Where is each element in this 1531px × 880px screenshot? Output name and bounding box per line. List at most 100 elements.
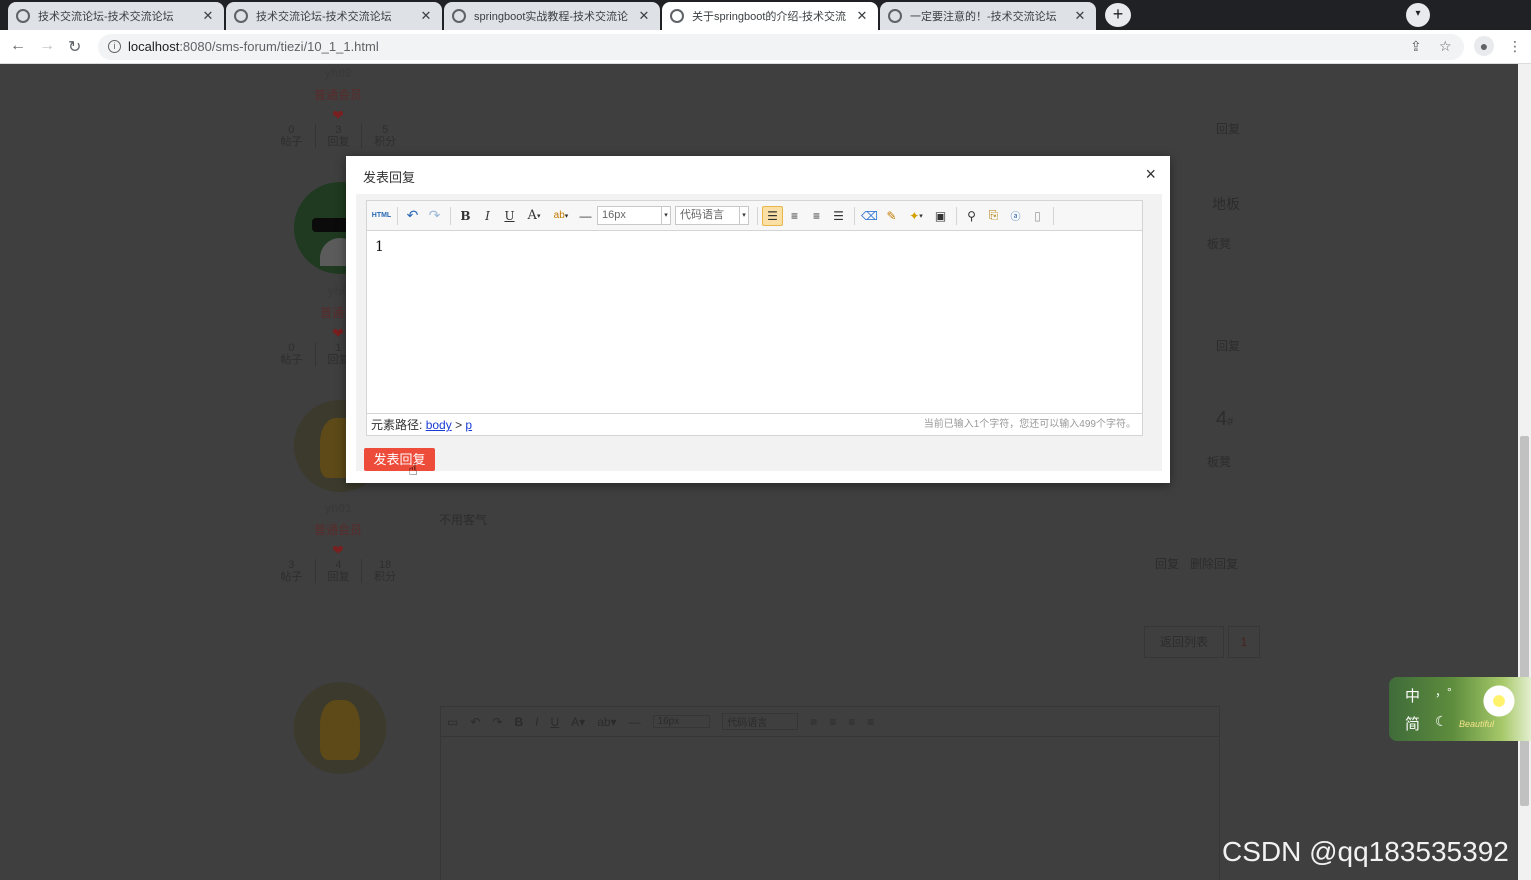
highlight-icon: ab▾ bbox=[597, 714, 617, 729]
user-level: 普通会员 bbox=[313, 523, 362, 537]
font-size-select[interactable]: 16px ▾ bbox=[597, 206, 671, 225]
tab-search-icon[interactable]: ▾ bbox=[1406, 3, 1430, 27]
format-brush-icon[interactable]: ✎ bbox=[881, 206, 902, 226]
browser-tab-1[interactable]: 技术交流论坛-技术交流论坛 ✕ bbox=[8, 2, 224, 30]
menu-kebab-icon[interactable]: ⋮ bbox=[1508, 38, 1522, 55]
address-bar[interactable]: i localhost:8080/sms-forum/tiezi/10_1_1.… bbox=[98, 34, 1464, 60]
bookmark-star-icon[interactable]: ☆ bbox=[1439, 38, 1452, 55]
dialog-body: HTML ↶ ↷ B I U A▾ ab▾ — 16px ▾ 代码语言 ▾ bbox=[356, 194, 1162, 479]
stat-replies: 3 回复 bbox=[314, 124, 362, 148]
ime-punctuation-toggle[interactable]: ，° bbox=[1435, 683, 1452, 700]
page-number-button[interactable]: 1 bbox=[1228, 626, 1260, 658]
redo-icon[interactable]: ↷ bbox=[424, 206, 445, 226]
font-color-icon: A▾ bbox=[571, 714, 586, 729]
path-body-link[interactable]: body bbox=[426, 418, 452, 432]
path-separator: > bbox=[455, 418, 463, 432]
url-host: localhost bbox=[128, 39, 180, 54]
ime-simplified-toggle[interactable]: 简 bbox=[1405, 713, 1420, 734]
ime-toolbar[interactable]: 中 ，° 简 ☾ Beautiful bbox=[1389, 677, 1531, 741]
reload-icon[interactable]: ↻ bbox=[68, 37, 81, 57]
user-stats: 3 帖子 4 回复 18 积分 bbox=[268, 559, 408, 583]
browser-tab-3[interactable]: springboot实战教程-技术交流论 ✕ bbox=[444, 2, 660, 30]
reply-content: 不用客气 bbox=[439, 513, 488, 527]
html-source-icon[interactable]: HTML bbox=[371, 206, 392, 226]
redo-icon: ↷ bbox=[492, 714, 503, 729]
site-info-icon[interactable]: i bbox=[108, 40, 121, 53]
browser-tab-5[interactable]: 一定要注意的！-技术交流论坛 ✕ bbox=[880, 2, 1096, 30]
board-label: 板凳 bbox=[1207, 237, 1232, 251]
eraser-icon[interactable]: ⌫ bbox=[859, 206, 880, 226]
paste-icon[interactable]: ⎘ bbox=[983, 206, 1004, 226]
italic-icon[interactable]: I bbox=[477, 206, 498, 226]
delete-reply-link[interactable]: 删除回复 bbox=[1190, 555, 1238, 572]
dialog-title: 发表回复 bbox=[363, 170, 416, 185]
browser-tab-2[interactable]: 技术交流论坛-技术交流论坛 ✕ bbox=[226, 2, 442, 30]
code-language-value: 代码语言 bbox=[680, 209, 724, 221]
search-replace-icon[interactable]: ⚲ bbox=[961, 206, 982, 226]
highlight-color-icon[interactable]: ab ▾ bbox=[548, 206, 574, 226]
editor-content-area[interactable]: 1 bbox=[367, 231, 1142, 413]
tab-title: springboot实战教程-技术交流论 bbox=[474, 11, 629, 23]
close-tab-icon[interactable]: ✕ bbox=[854, 8, 870, 24]
page-scrollbar[interactable] bbox=[1518, 64, 1531, 880]
share-icon[interactable]: ⇪ bbox=[1410, 38, 1422, 55]
floor-label: 地板 bbox=[1212, 196, 1240, 212]
align-left-icon[interactable]: ☰ bbox=[762, 205, 783, 226]
source-icon: ▭ bbox=[447, 714, 459, 729]
submit-reply-button[interactable]: 发表回复 bbox=[364, 448, 435, 471]
undo-icon[interactable]: ↶ bbox=[402, 206, 423, 226]
toolbar-separator bbox=[757, 206, 758, 225]
font-color-icon[interactable]: A ▾ bbox=[521, 206, 547, 226]
chevron-down-icon: ▾ bbox=[739, 207, 748, 224]
board-label: 板凳 bbox=[1207, 455, 1232, 469]
globe-icon bbox=[670, 9, 684, 23]
url-path: :8080/sms-forum/tiezi/10_1_1.html bbox=[179, 39, 379, 54]
editor-status-bar: 元素路径: body > p 当前已输入1个字符，您还可以输入499个字符。 bbox=[367, 413, 1142, 435]
blank-page-icon[interactable]: ▯ bbox=[1027, 206, 1048, 226]
close-tab-icon[interactable]: ✕ bbox=[636, 8, 652, 24]
toolbar-separator bbox=[854, 206, 855, 225]
profile-icon[interactable]: ● bbox=[1474, 36, 1494, 56]
align-left-icon: ≡ bbox=[810, 714, 818, 729]
underline-icon[interactable]: U bbox=[499, 206, 520, 226]
close-tab-icon[interactable]: ✕ bbox=[1072, 8, 1088, 24]
bold-icon[interactable]: B bbox=[455, 206, 476, 226]
forward-icon[interactable]: → bbox=[39, 37, 55, 55]
new-tab-button[interactable]: + bbox=[1105, 3, 1131, 27]
scrollbar-thumb[interactable] bbox=[1520, 436, 1529, 806]
align-right-icon[interactable]: ≡ bbox=[806, 206, 827, 226]
insert-template-icon[interactable]: ▣ bbox=[930, 206, 951, 226]
magic-format-icon[interactable]: ✦ ▾ bbox=[903, 206, 929, 226]
italic-icon: I bbox=[535, 714, 539, 729]
align-center-icon: ≡ bbox=[829, 714, 837, 729]
daisy-icon bbox=[1481, 683, 1517, 719]
moon-icon[interactable]: ☾ bbox=[1435, 713, 1448, 730]
heart-icon: ❤ bbox=[332, 542, 344, 558]
tab-title: 技术交流论坛-技术交流论坛 bbox=[38, 11, 174, 23]
ime-language-toggle[interactable]: 中 bbox=[1405, 685, 1420, 706]
globe-icon bbox=[888, 9, 902, 23]
align-center-icon[interactable]: ≡ bbox=[784, 206, 805, 226]
user-name[interactable]: yh02 bbox=[268, 66, 408, 80]
code-language-select[interactable]: 代码语言 ▾ bbox=[675, 206, 749, 225]
reply-link[interactable]: 回复 bbox=[1155, 555, 1179, 572]
close-tab-icon[interactable]: ✕ bbox=[418, 8, 434, 24]
heart-icon: ❤ bbox=[332, 107, 344, 123]
close-tab-icon[interactable]: ✕ bbox=[200, 8, 216, 24]
path-p-link[interactable]: p bbox=[465, 418, 472, 432]
toolbar-separator bbox=[956, 206, 957, 225]
reply-link[interactable]: 回复 bbox=[1216, 120, 1240, 137]
back-icon[interactable]: ← bbox=[10, 37, 26, 55]
reply-link[interactable]: 回复 bbox=[1216, 337, 1240, 354]
insert-anchor-icon[interactable]: ⓐ bbox=[1005, 206, 1026, 226]
ime-skin-label: Beautiful bbox=[1459, 719, 1495, 729]
close-icon[interactable]: × bbox=[1145, 164, 1156, 185]
tab-strip: 技术交流论坛-技术交流论坛 ✕ 技术交流论坛-技术交流论坛 ✕ springbo… bbox=[0, 0, 1531, 30]
browser-tab-4[interactable]: 关于springboot的介绍-技术交流 ✕ bbox=[662, 2, 878, 30]
toolbar-separator bbox=[397, 206, 398, 225]
user-card: yh01 普通会员 ❤ 3 帖子 4 回复 18 积分 bbox=[268, 501, 408, 583]
horizontal-rule-icon[interactable]: — bbox=[575, 206, 596, 226]
justify-icon[interactable]: ☰ bbox=[828, 206, 849, 226]
user-name[interactable]: yh01 bbox=[268, 501, 408, 515]
back-to-list-button[interactable]: 返回列表 bbox=[1144, 626, 1224, 658]
